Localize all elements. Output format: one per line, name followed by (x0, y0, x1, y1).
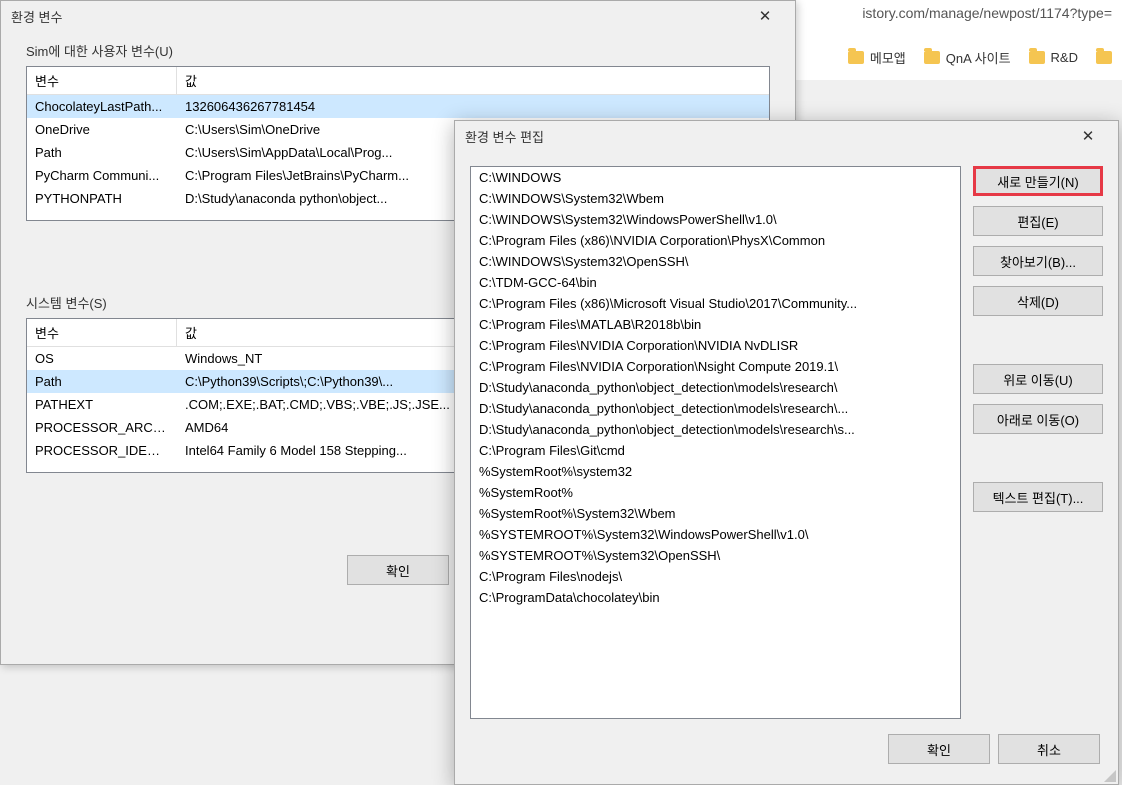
moveup-button[interactable]: 위로 이동(U) (973, 364, 1103, 394)
path-item[interactable]: C:\WINDOWS (471, 167, 960, 188)
path-item[interactable]: C:\Program Files\MATLAB\R2018b\bin (471, 314, 960, 335)
path-item[interactable]: %SystemRoot% (471, 482, 960, 503)
path-item[interactable]: C:\Program Files\NVIDIA Corporation\NVID… (471, 335, 960, 356)
path-item[interactable]: C:\Program Files (x86)\Microsoft Visual … (471, 293, 960, 314)
col-val[interactable]: 값 (177, 67, 769, 94)
path-item[interactable]: D:\Study\anaconda_python\object_detectio… (471, 377, 960, 398)
bookmark-rnd[interactable]: R&D (1029, 48, 1078, 67)
col-var[interactable]: 변수 (27, 319, 177, 346)
browser-url: istory.com/manage/newpost/1174?type= (862, 5, 1112, 21)
path-item[interactable]: %SYSTEMROOT%\System32\WindowsPowerShell\… (471, 524, 960, 545)
path-item[interactable]: D:\Study\anaconda_python\object_detectio… (471, 419, 960, 440)
bookmarks-bar: 메모앱 QnA 사이트 R&D (838, 48, 1122, 67)
edit-path-button[interactable]: 편집(E) (973, 206, 1103, 236)
path-item[interactable]: %SYSTEMROOT%\System32\OpenSSH\ (471, 545, 960, 566)
edit-env-dialog: 환경 변수 편집 ✕ C:\WINDOWSC:\WINDOWS\System32… (454, 120, 1119, 785)
folder-icon (1096, 51, 1112, 64)
close-button[interactable]: ✕ (1068, 121, 1108, 151)
textedit-button[interactable]: 텍스트 편집(T)... (973, 482, 1103, 512)
bookmark-qna[interactable]: QnA 사이트 (924, 48, 1011, 67)
edit-cancel-button[interactable]: 취소 (998, 734, 1100, 764)
path-item[interactable]: C:\ProgramData\chocolatey\bin (471, 587, 960, 608)
col-var[interactable]: 변수 (27, 67, 177, 94)
cell-val: 132606436267781454 (177, 97, 769, 116)
path-item[interactable]: C:\Program Files\NVIDIA Corporation\Nsig… (471, 356, 960, 377)
path-item[interactable]: D:\Study\anaconda_python\object_detectio… (471, 398, 960, 419)
cell-var: ChocolateyLastPath... (27, 97, 177, 116)
edit-titlebar: 환경 변수 편집 ✕ (455, 121, 1118, 151)
resize-grip[interactable] (1102, 768, 1116, 782)
env-ok-button[interactable]: 확인 (347, 555, 449, 585)
path-item[interactable]: C:\WINDOWS\System32\WindowsPowerShell\v1… (471, 209, 960, 230)
edit-bottom-buttons: 확인 취소 (455, 734, 1118, 782)
path-item[interactable]: C:\Program Files\Git\cmd (471, 440, 960, 461)
cell-var: Path (27, 372, 177, 391)
env-title: 환경 변수 (11, 7, 62, 26)
new-path-button[interactable]: 새로 만들기(N) (973, 166, 1103, 196)
cell-var: PYTHONPATH (27, 189, 177, 208)
spacer (973, 326, 1103, 354)
side-buttons: 새로 만들기(N) 편집(E) 찾아보기(B)... 삭제(D) 위로 이동(U… (973, 166, 1103, 719)
browser-bg: istory.com/manage/newpost/1174?type= 메모앱… (792, 0, 1122, 80)
delete-button[interactable]: 삭제(D) (973, 286, 1103, 316)
cell-var: PyCharm Communi... (27, 166, 177, 185)
cell-var: Path (27, 143, 177, 162)
folder-icon (924, 51, 940, 64)
path-item[interactable]: C:\WINDOWS\System32\Wbem (471, 188, 960, 209)
edit-title: 환경 변수 편집 (465, 127, 544, 146)
path-item[interactable]: C:\Program Files\nodejs\ (471, 566, 960, 587)
user-vars-label: Sim에 대한 사용자 변수(U) (26, 41, 770, 60)
table-row[interactable]: ChocolateyLastPath...132606436267781454 (27, 95, 769, 118)
edit-content: C:\WINDOWSC:\WINDOWS\System32\WbemC:\WIN… (455, 151, 1118, 734)
cell-var: PROCESSOR_ARCH... (27, 418, 177, 437)
cell-var: PATHEXT (27, 395, 177, 414)
close-button[interactable]: ✕ (745, 1, 785, 31)
cell-var: PROCESSOR_IDENT... (27, 441, 177, 460)
spacer (973, 444, 1103, 472)
path-item[interactable]: %SystemRoot%\System32\Wbem (471, 503, 960, 524)
path-item[interactable]: C:\Program Files (x86)\NVIDIA Corporatio… (471, 230, 960, 251)
edit-ok-button[interactable]: 확인 (888, 734, 990, 764)
cell-var: OneDrive (27, 120, 177, 139)
path-item[interactable]: C:\TDM-GCC-64\bin (471, 272, 960, 293)
path-item[interactable]: C:\WINDOWS\System32\OpenSSH\ (471, 251, 960, 272)
path-list[interactable]: C:\WINDOWSC:\WINDOWS\System32\WbemC:\WIN… (470, 166, 961, 719)
folder-icon (848, 51, 864, 64)
bookmark-memo[interactable]: 메모앱 (848, 48, 906, 67)
browse-button[interactable]: 찾아보기(B)... (973, 246, 1103, 276)
cell-var: OS (27, 349, 177, 368)
env-titlebar: 환경 변수 ✕ (1, 1, 795, 31)
user-vars-header: 변수 값 (27, 67, 769, 95)
path-item[interactable]: %SystemRoot%\system32 (471, 461, 960, 482)
movedown-button[interactable]: 아래로 이동(O) (973, 404, 1103, 434)
bookmark-more[interactable] (1096, 48, 1112, 67)
folder-icon (1029, 51, 1045, 64)
